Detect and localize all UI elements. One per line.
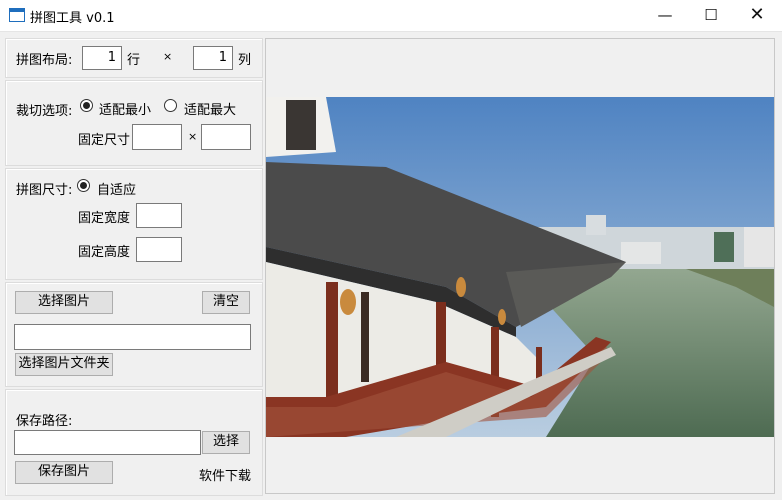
size-auto-label[interactable]: 自适应 bbox=[97, 179, 136, 198]
crop-group: 裁切选项: 适配最小 适配最大 固定尺寸 × bbox=[5, 80, 263, 166]
window-title: 拼图工具 v0.1 bbox=[30, 11, 115, 26]
save-image-button[interactable]: 保存图片 bbox=[15, 461, 113, 484]
close-button[interactable]: ✕ bbox=[734, 0, 780, 31]
crop-fit-min-label[interactable]: 适配最小 bbox=[99, 99, 151, 118]
cols-input[interactable]: 1 bbox=[193, 46, 233, 70]
rows-unit-label: 行 bbox=[127, 53, 141, 68]
fixed-width-input[interactable] bbox=[136, 203, 182, 228]
size-auto-radio[interactable] bbox=[77, 179, 90, 192]
title-bar: 拼图工具 v0.1 — ☐ ✕ bbox=[0, 0, 782, 32]
clear-button[interactable]: 清空 bbox=[202, 291, 250, 314]
fixed-height-input[interactable] bbox=[136, 237, 182, 262]
crop-times-sign: × bbox=[188, 130, 198, 143]
select-folder-button[interactable]: 选择图片文件夹 bbox=[15, 353, 113, 376]
size-group: 拼图尺寸: 自适应 固定宽度 固定高度 bbox=[5, 168, 263, 280]
crop-fit-max-radio[interactable] bbox=[164, 99, 177, 112]
crop-fit-max-label[interactable]: 适配最大 bbox=[184, 99, 236, 118]
preview-panel bbox=[265, 38, 775, 494]
crop-fit-min-radio[interactable] bbox=[80, 99, 93, 112]
images-group: 选择图片 清空 选择图片文件夹 bbox=[5, 282, 263, 387]
browse-save-path-button[interactable]: 选择 bbox=[202, 431, 250, 454]
layout-label: 拼图布局: bbox=[16, 53, 73, 68]
rows-input[interactable]: 1 bbox=[82, 46, 122, 70]
times-sign: × bbox=[163, 50, 173, 63]
layout-group: 拼图布局: 1 行 × 1 列 bbox=[5, 38, 263, 78]
crop-height-input[interactable] bbox=[201, 124, 251, 150]
preview-photo bbox=[266, 97, 774, 437]
save-path-label: 保存路径: bbox=[16, 414, 73, 429]
fixed-width-label: 固定宽度 bbox=[78, 211, 131, 226]
select-images-button[interactable]: 选择图片 bbox=[15, 291, 113, 314]
minimize-button[interactable]: — bbox=[642, 0, 688, 31]
fixed-size-label: 固定尺寸 bbox=[78, 133, 131, 148]
maximize-button[interactable]: ☐ bbox=[688, 0, 734, 31]
software-download-link[interactable]: 软件下载 bbox=[199, 465, 251, 484]
cols-unit-label: 列 bbox=[238, 53, 252, 68]
image-path-input[interactable] bbox=[14, 324, 251, 350]
crop-width-input[interactable] bbox=[132, 124, 182, 150]
fixed-height-label: 固定高度 bbox=[78, 245, 131, 260]
save-group: 保存路径: 选择 保存图片 软件下载 bbox=[5, 389, 263, 496]
size-label: 拼图尺寸: bbox=[16, 183, 73, 198]
save-path-input[interactable] bbox=[14, 430, 201, 455]
app-window-icon bbox=[9, 8, 25, 22]
crop-label: 裁切选项: bbox=[16, 104, 73, 119]
